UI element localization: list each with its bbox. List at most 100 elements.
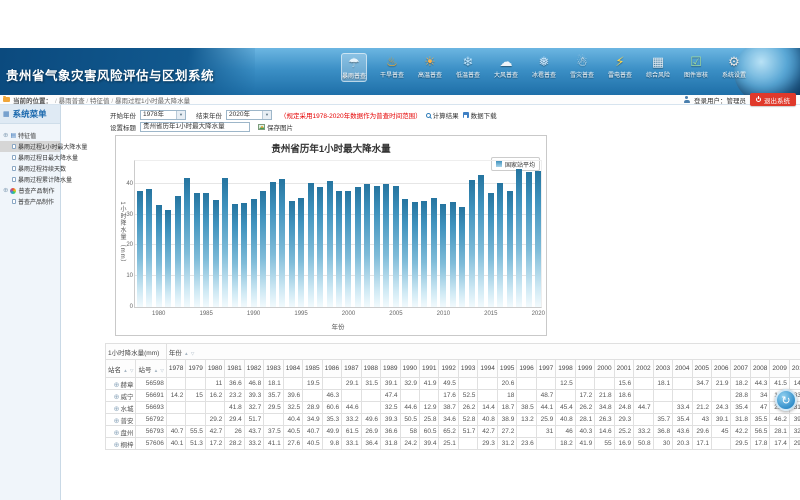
toolbar-item-low-temp[interactable]: ❄低温普查	[455, 53, 481, 80]
year-col-header[interactable]: 1978	[166, 360, 185, 378]
toolbar-item-lightning[interactable]: ⚡雷电普查	[607, 53, 633, 80]
year-col-header[interactable]: 2005	[692, 360, 711, 378]
toolbar-item-settings[interactable]: ⚙系统设置	[721, 53, 747, 80]
year-col-header[interactable]: 1989	[381, 360, 400, 378]
station-name: 桐梓	[120, 442, 133, 449]
chart-title-input[interactable]: 贵州省历年1小时最大降水量	[140, 122, 250, 132]
value-cell: 35.3	[322, 414, 341, 426]
tree-item[interactable]: 普查产品制作	[0, 196, 60, 207]
tree-group-color-wheel[interactable]: ⊕普查产品制作	[0, 185, 60, 196]
value-cell	[595, 378, 614, 390]
year-col-header[interactable]: 1999	[575, 360, 594, 378]
year-col-header[interactable]: 1979	[186, 360, 205, 378]
year-col-header[interactable]: 1995	[497, 360, 516, 378]
year-col-header[interactable]: 1993	[458, 360, 477, 378]
end-year-select[interactable]: 2020年	[226, 110, 272, 120]
year-col-header[interactable]: 2008	[750, 360, 769, 378]
expand-toggle-icon[interactable]: ⊕	[3, 188, 8, 194]
wind-icon: ☁	[500, 55, 513, 69]
year-col-header[interactable]: 2010	[789, 360, 800, 378]
tree-item[interactable]: 暴雨过程日最大降水量	[0, 152, 60, 163]
value-cell	[653, 390, 672, 402]
toolbar-item-map-review[interactable]: ☑图件审核	[683, 53, 709, 80]
station-id-header[interactable]: 站号 ▲ ▽	[136, 360, 166, 378]
year-col-header[interactable]: 2000	[595, 360, 614, 378]
year-col-header[interactable]: 2003	[653, 360, 672, 378]
main-content: 开始年份 1978年 结束年份 2020年 （规定采用1978-2020年数据作…	[103, 105, 800, 500]
toolbar-item-rainstorm[interactable]: ☂暴雨普查	[341, 53, 367, 82]
value-cell: 56.5	[750, 426, 769, 438]
value-cell: 27.6	[283, 438, 302, 450]
value-cell: 39.3	[244, 390, 263, 402]
breadcrumb-item[interactable]: 暴雨过程1小时最大降水量	[115, 98, 190, 105]
year-col-header[interactable]: 1988	[361, 360, 380, 378]
tree-item[interactable]: 暴雨过程1小时最大降水量	[0, 141, 60, 152]
year-col-header[interactable]: 2001	[614, 360, 633, 378]
year-col-header[interactable]: 2002	[634, 360, 653, 378]
value-cell: 25.2	[614, 426, 633, 438]
breadcrumb-item[interactable]: 暴雨普查	[59, 98, 85, 105]
toolbar-item-hail[interactable]: ❅冰雹普查	[531, 53, 557, 80]
value-cell	[575, 378, 594, 390]
calc-results-button[interactable]: 计算结果	[426, 110, 459, 120]
value-cell	[634, 414, 653, 426]
value-cell: 27.2	[497, 426, 516, 438]
value-cell: 24.3	[712, 402, 731, 414]
floating-refresh-button[interactable]: ↻	[775, 389, 797, 411]
row-expand-icon[interactable]: ⊕	[114, 418, 120, 425]
year-col-header[interactable]: 2004	[673, 360, 692, 378]
toolbar-item-wind[interactable]: ☁大风普查	[493, 53, 519, 80]
row-expand-icon[interactable]: ⊕	[114, 406, 120, 413]
year-col-header[interactable]: 1997	[536, 360, 555, 378]
value-cell: 15.6	[614, 378, 633, 390]
save-image-button[interactable]: 保存图片	[258, 122, 293, 132]
sort-asc-icon[interactable]: ▲	[152, 368, 158, 373]
toolbar-item-high-temp[interactable]: ☀高温普查	[417, 53, 443, 80]
year-col-header[interactable]: 1982	[244, 360, 263, 378]
year-col-header[interactable]: 1990	[400, 360, 419, 378]
year-col-header[interactable]: 2007	[731, 360, 750, 378]
breadcrumb-item[interactable]: 特征值	[90, 98, 110, 105]
year-col-header[interactable]: 1984	[283, 360, 302, 378]
sort-asc-icon[interactable]: ▲	[122, 368, 128, 373]
value-cell: 14.3	[789, 378, 800, 390]
bar	[270, 182, 276, 307]
station-id-cell: 56693	[136, 402, 166, 414]
toolbar-item-drought[interactable]: ♨干旱普查	[379, 53, 405, 80]
year-col-header[interactable]: 1986	[322, 360, 341, 378]
expand-toggle-icon[interactable]: ⊕	[3, 133, 8, 139]
year-col-header[interactable]: 2006	[712, 360, 731, 378]
tree-group-list[interactable]: ⊕▤特征值	[0, 130, 60, 141]
year-col-header[interactable]: 1987	[342, 360, 361, 378]
y-tick-label: 0	[117, 304, 133, 310]
row-expand-icon[interactable]: ⊕	[114, 442, 120, 449]
row-expand-icon[interactable]: ⊕	[114, 382, 120, 389]
year-col-header[interactable]: 1980	[205, 360, 224, 378]
year-col-header[interactable]: 1998	[556, 360, 575, 378]
y-tick-label: 40	[117, 181, 133, 187]
year-col-header[interactable]: 1985	[303, 360, 322, 378]
year-header-label: 年份	[169, 350, 182, 357]
data-download-button[interactable]: 数据下载	[463, 110, 497, 120]
tree-item[interactable]: 暴雨过程累计降水量	[0, 174, 60, 185]
year-col-header[interactable]: 1996	[517, 360, 536, 378]
filter-icon[interactable]: ▽	[129, 368, 134, 373]
year-col-header[interactable]: 1981	[225, 360, 244, 378]
table-panel: 1小时降水量(mm)年份 ▲ ▽站名 ▲ ▽站号 ▲ ▽197819791980…	[105, 343, 800, 450]
sort-asc-icon[interactable]: ▲	[183, 351, 189, 356]
toolbar-item-snow[interactable]: ☃雪灾普查	[569, 53, 595, 80]
filter-icon[interactable]: ▽	[190, 351, 195, 356]
year-col-header[interactable]: 1992	[439, 360, 458, 378]
start-year-select[interactable]: 1978年	[140, 110, 186, 120]
row-expand-icon[interactable]: ⊕	[114, 430, 120, 437]
station-name-header[interactable]: 站名 ▲ ▽	[106, 360, 136, 378]
year-col-header[interactable]: 2009	[770, 360, 789, 378]
year-col-header[interactable]: 1994	[478, 360, 497, 378]
toolbar-item-risk-calculator[interactable]: ▦综合风险	[645, 53, 671, 80]
year-col-header[interactable]: 1991	[419, 360, 438, 378]
year-col-header[interactable]: 1983	[264, 360, 283, 378]
value-cell: 49.5	[439, 378, 458, 390]
tree-item[interactable]: 暴雨过程持续天数	[0, 163, 60, 174]
row-expand-icon[interactable]: ⊕	[114, 394, 120, 401]
filter-icon[interactable]: ▽	[159, 368, 164, 373]
